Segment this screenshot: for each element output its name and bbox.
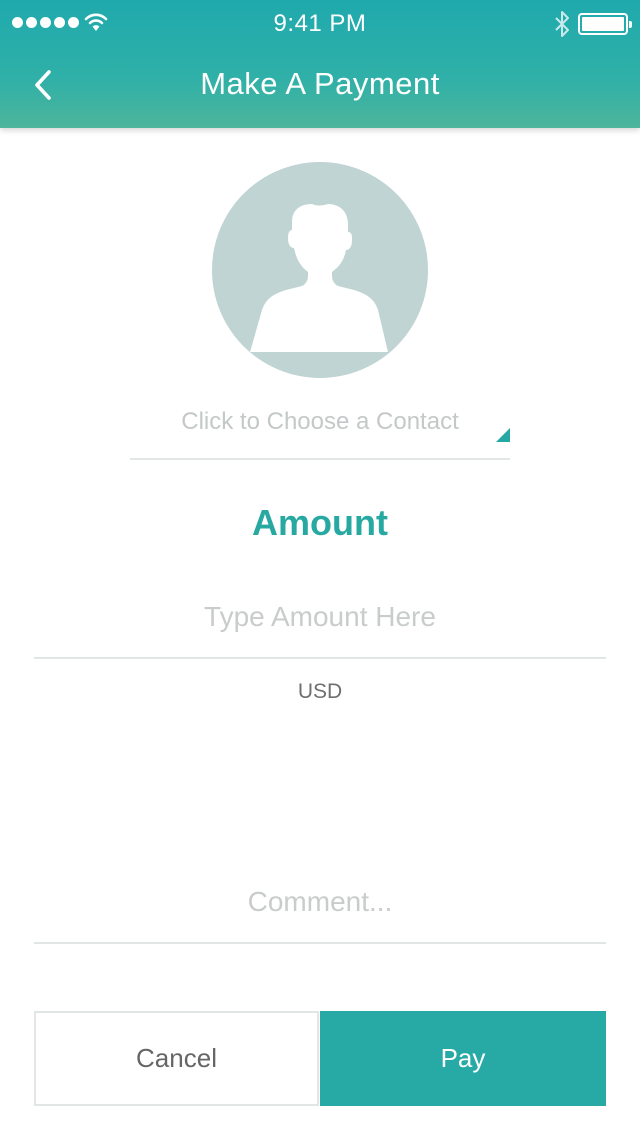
app-header: 9:41 PM Make A Payment	[0, 0, 640, 128]
user-silhouette-icon	[250, 204, 388, 352]
status-bar: 9:41 PM	[0, 0, 640, 46]
battery-icon	[578, 13, 632, 35]
bluetooth-icon	[555, 11, 569, 37]
page-title: Make A Payment	[200, 66, 440, 101]
pay-button[interactable]: Pay	[320, 1011, 606, 1106]
dropdown-corner-icon	[496, 428, 510, 442]
battery-level	[582, 17, 624, 31]
cancel-button[interactable]: Cancel	[34, 1011, 319, 1106]
amount-input[interactable]	[34, 576, 606, 659]
contact-picker-label: Click to Choose a Contact	[181, 408, 459, 435]
contact-picker[interactable]: Click to Choose a Contact	[130, 400, 510, 460]
avatar[interactable]	[212, 162, 428, 378]
amount-heading: Amount	[252, 502, 388, 543]
currency-label: USD	[297, 680, 343, 703]
status-time: 9:41 PM	[273, 10, 367, 37]
comment-input[interactable]	[34, 862, 606, 944]
